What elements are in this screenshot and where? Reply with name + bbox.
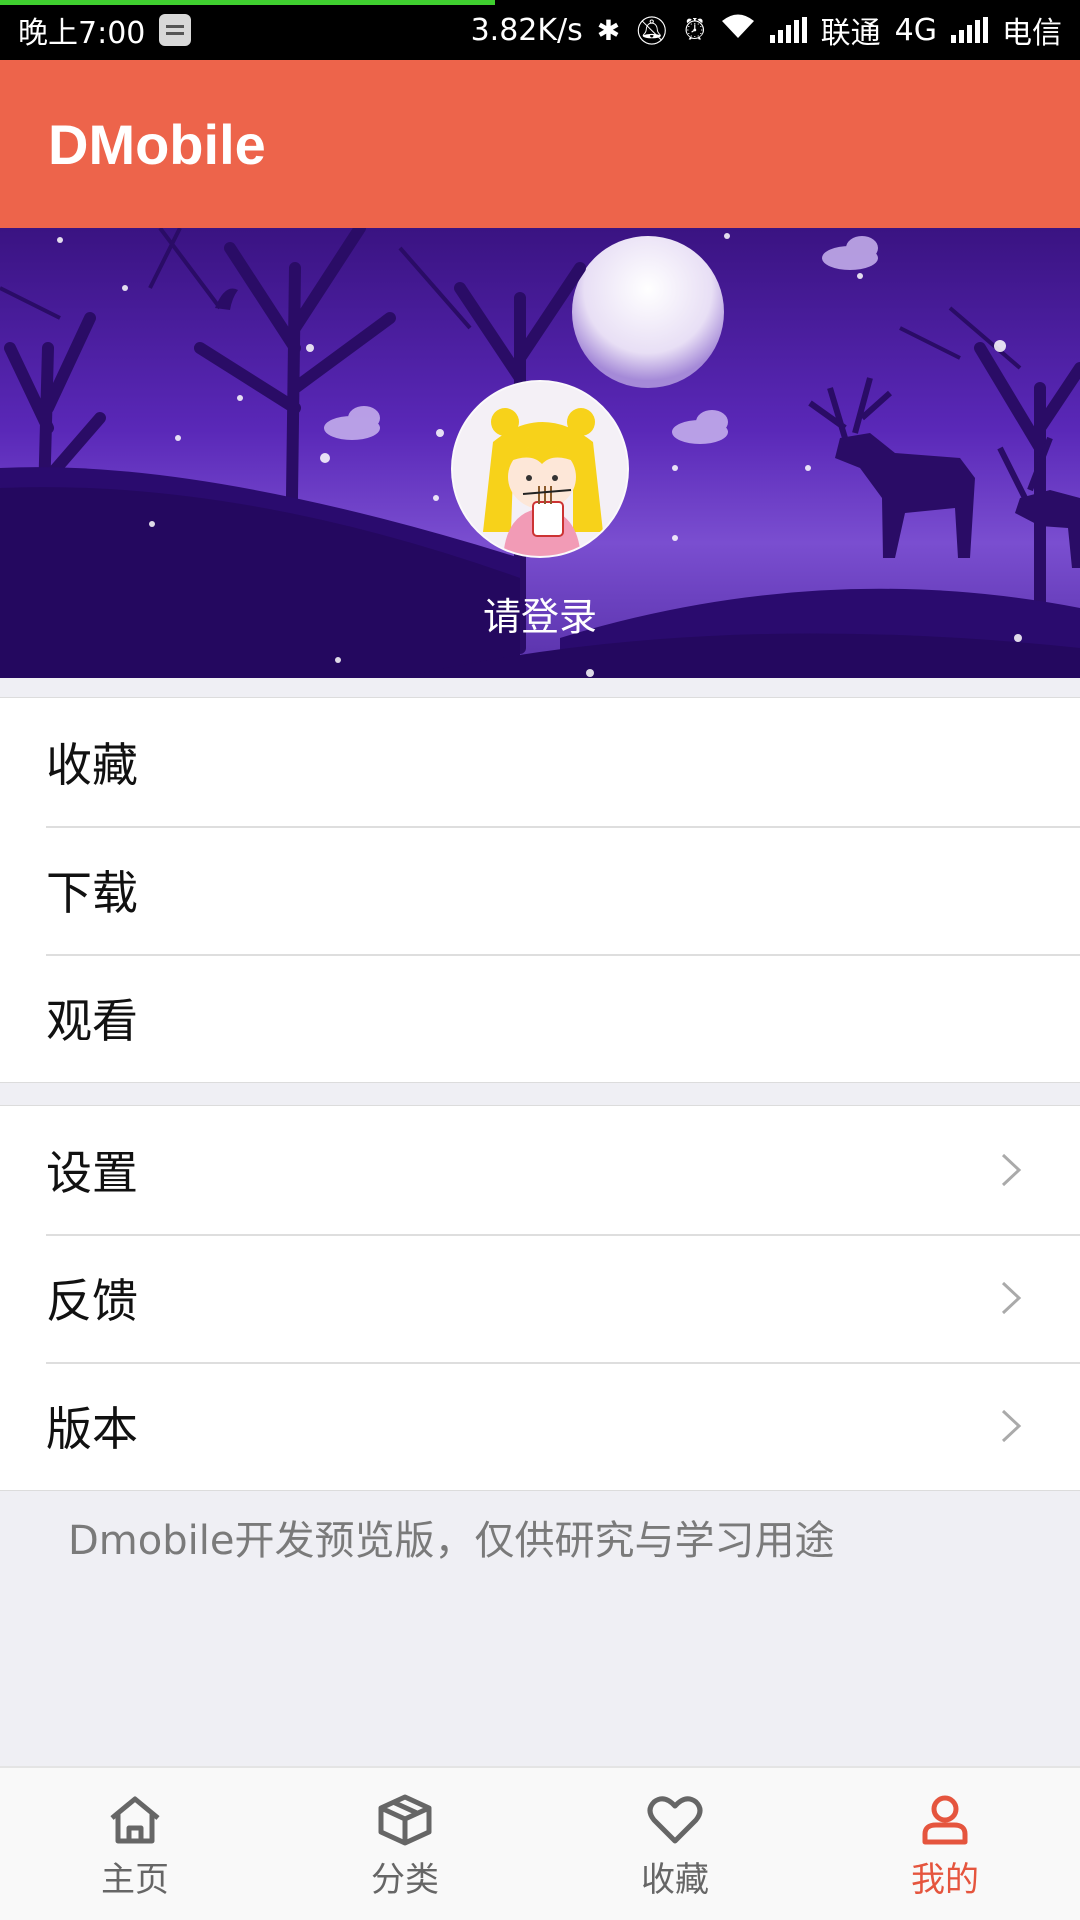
app-screen: 晚上7:00 3.82K/s ✱ 🔕︎ ⏰︎ 联通 4G 电信 DMobile [0, 0, 1080, 1920]
chevron-right-icon [1001, 1153, 1022, 1187]
status-carrier-1: 联通 [820, 16, 881, 51]
nav-tab-label: 收藏 [641, 1860, 709, 1900]
status-net-speed: 3.82K/s [470, 12, 583, 48]
chevron-right-icon [1001, 1409, 1022, 1443]
nav-tab-favorites[interactable]: 收藏 [540, 1768, 810, 1920]
menu-item-label: 版本 [46, 1402, 138, 1456]
menu-group-app: 设置 反馈 版本 [0, 1105, 1080, 1491]
signal-icon [769, 17, 807, 43]
menu-item-label: 反馈 [46, 1274, 138, 1328]
menu-item-favorites[interactable]: 收藏 [0, 698, 1080, 826]
home-icon [110, 1796, 160, 1844]
user-avatar[interactable] [451, 380, 629, 558]
signal-icon-2 [951, 17, 988, 43]
app-toolbar: DMobile [0, 60, 1080, 228]
user-icon [922, 1795, 968, 1845]
bluetooth-icon: ✱ [596, 13, 621, 47]
box-icon [378, 1794, 432, 1846]
preview-disclaimer: Dmobile开发预览版，仅供研究与学习用途 [68, 1518, 835, 1564]
nav-tab-label: 主页 [101, 1860, 169, 1900]
menu-item-settings[interactable]: 设置 [0, 1106, 1080, 1234]
menu-item-label: 设置 [46, 1146, 138, 1200]
bottom-navigation: 主页 分类 收藏 我的 [0, 1766, 1080, 1920]
notification-icon [159, 14, 192, 46]
loading-progress-bar [0, 0, 495, 5]
menu-group-content: 收藏 下载 观看 [0, 697, 1080, 1083]
nav-tab-label: 分类 [371, 1860, 439, 1900]
menu-item-label: 收藏 [46, 738, 138, 792]
menu-item-feedback[interactable]: 反馈 [0, 1234, 1080, 1362]
menu-item-downloads[interactable]: 下载 [0, 826, 1080, 954]
status-carrier-2: 电信 [1002, 16, 1062, 51]
status-network-type: 4G [894, 12, 937, 48]
mute-bell-icon: 🔕︎ [634, 13, 670, 47]
login-prompt[interactable]: 请登录 [0, 586, 1080, 641]
status-time: 晚上7:00 [18, 16, 146, 51]
menu-item-history[interactable]: 观看 [0, 954, 1080, 1082]
status-bar: 晚上7:00 3.82K/s ✱ 🔕︎ ⏰︎ 联通 4G 电信 [0, 0, 1080, 60]
app-title: DMobile [48, 112, 266, 176]
nav-tab-category[interactable]: 分类 [270, 1768, 540, 1920]
alarm-icon: ⏰︎ [683, 13, 706, 46]
profile-header[interactable]: 请登录 [0, 228, 1080, 678]
heart-icon [647, 1796, 703, 1844]
nav-tab-home[interactable]: 主页 [0, 1768, 270, 1920]
menu-item-label: 观看 [46, 994, 138, 1048]
menu-item-version[interactable]: 版本 [0, 1362, 1080, 1490]
wifi-icon [720, 12, 756, 48]
chevron-right-icon [1001, 1281, 1022, 1315]
menu-item-label: 下载 [46, 866, 138, 920]
nav-tab-label: 我的 [911, 1860, 979, 1900]
nav-tab-mine[interactable]: 我的 [810, 1768, 1080, 1920]
